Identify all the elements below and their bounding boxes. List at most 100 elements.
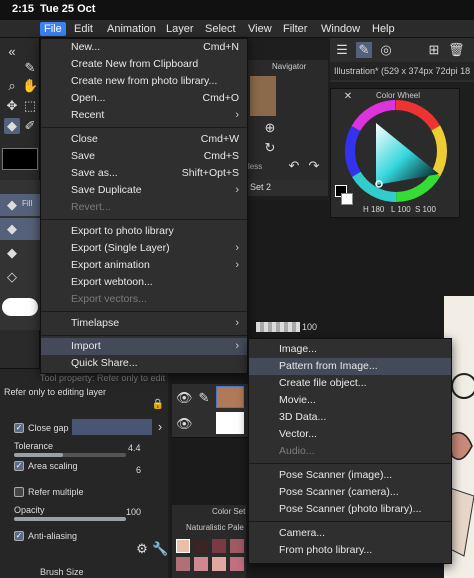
menu-item-export-photo-library[interactable]: Export to photo library — [41, 223, 247, 240]
menu-item-create-from-photos[interactable]: Create new from photo library... — [41, 73, 247, 90]
color-swatch[interactable] — [194, 557, 208, 571]
color-swatch[interactable] — [212, 557, 226, 571]
menu-window[interactable]: Window — [317, 22, 364, 36]
hand-icon[interactable]: ✋ — [22, 78, 38, 94]
menu-separator — [41, 311, 247, 312]
menu-item-timelapse[interactable]: Timelapse › — [41, 315, 247, 332]
sub-tool-refer[interactable]: ◆ — [0, 218, 40, 240]
trash-icon[interactable]: 🗑 — [448, 42, 465, 58]
menu-item-label: Pose Scanner (image)... — [279, 469, 393, 481]
color-swatch[interactable] — [176, 557, 190, 571]
background-swatch[interactable] — [341, 193, 353, 205]
eye-icon[interactable]: 👁 — [176, 390, 193, 406]
anti-aliasing-checkbox[interactable]: ✓ — [14, 531, 24, 541]
tool-property-panel: Tool property: Refer only to editing l R… — [0, 368, 168, 578]
color-swatch[interactable] — [230, 539, 244, 553]
menu-layer[interactable]: Layer — [162, 22, 198, 36]
close-icon[interactable]: ✕ — [340, 89, 356, 105]
view-icon[interactable]: ◎ — [378, 42, 394, 58]
sub-tool-fill[interactable]: ◆ Fill — [0, 194, 40, 216]
menu-item-vector[interactable]: Vector... — [249, 426, 451, 443]
menu-item-export-animation[interactable]: Export animation › — [41, 257, 247, 274]
close-gap-checkbox[interactable]: ✓ — [14, 423, 24, 433]
navigator-thumbnail[interactable] — [250, 76, 276, 116]
move-icon[interactable]: ✥ — [4, 98, 20, 114]
menu-item-pose-scanner-photo-library[interactable]: Pose Scanner (photo library)... — [249, 501, 451, 518]
refer-multiple-checkbox[interactable] — [14, 487, 24, 497]
menu-item-pattern-from-image[interactable]: Pattern from Image... — [249, 358, 451, 375]
brush-icon[interactable]: ✐ — [22, 118, 38, 134]
chevron-right-icon: › — [235, 109, 239, 121]
menu-item-save-as[interactable]: Save as... Shift+Opt+S — [41, 165, 247, 182]
wrench-icon[interactable]: 🔧 — [152, 541, 168, 557]
menu-item-label: Pose Scanner (camera)... — [279, 486, 399, 498]
lock-icon[interactable]: 🔒 — [150, 397, 166, 413]
menu-item-create-from-clipboard[interactable]: Create New from Clipboard — [41, 56, 247, 73]
color-swatch[interactable] — [176, 539, 190, 553]
layer-row[interactable]: 👁 ✎ — [172, 384, 252, 412]
chevron-right-icon[interactable]: › — [152, 419, 168, 435]
shortcut-label: Cmd+O — [202, 92, 239, 104]
menu-item-recent[interactable]: Recent › — [41, 107, 247, 124]
layer-opacity-bar[interactable] — [256, 322, 300, 332]
menu-edit[interactable]: Edit — [70, 22, 97, 36]
tolerance-slider[interactable] — [14, 453, 126, 457]
rotate-icon[interactable]: ↻ — [262, 140, 278, 156]
layer-new-icon[interactable]: ⊞ — [426, 42, 442, 58]
shortcut-label: Shift+Opt+S — [181, 167, 239, 179]
color-swatch[interactable] — [194, 539, 208, 553]
redo-icon[interactable]: ↷ — [306, 158, 322, 174]
menu-item-save[interactable]: Save Cmd+S — [41, 148, 247, 165]
menu-file[interactable]: File — [40, 22, 66, 36]
eye-icon[interactable]: 👁 — [176, 416, 193, 432]
layer-row[interactable]: 👁 — [172, 410, 252, 438]
area-scaling-checkbox[interactable]: ✓ — [14, 461, 24, 471]
menu-item-close[interactable]: Close Cmd+W — [41, 131, 247, 148]
menu-icon[interactable]: ☰ — [334, 42, 350, 58]
menu-item-movie[interactable]: Movie... — [249, 392, 451, 409]
opacity-label: Opacity — [14, 505, 45, 515]
menu-view[interactable]: View — [244, 22, 276, 36]
menu-animation[interactable]: Animation — [103, 22, 160, 36]
menu-item-create-file-object[interactable]: Create file object... — [249, 375, 451, 392]
refer-only-label: Refer only to editing layer — [4, 387, 107, 397]
color-swatch[interactable] — [230, 557, 244, 571]
menu-item-import[interactable]: Import › — [41, 338, 247, 355]
menu-item-from-photo-library[interactable]: From photo library... — [249, 542, 451, 559]
sub-tool-lasso[interactable]: ◇ — [0, 266, 40, 288]
color-swatch[interactable] — [212, 539, 226, 553]
zoom-icon[interactable]: ⌕ — [4, 78, 20, 94]
menu-item-camera[interactable]: Camera... — [249, 525, 451, 542]
edit-layer-icon[interactable]: ✎ — [356, 42, 372, 58]
menu-item-3d-data[interactable]: 3D Data... — [249, 409, 451, 426]
main-color-swatch[interactable] — [2, 148, 38, 170]
document-tab[interactable]: Illustration* (529 x 374px 72dpi 18 — [330, 62, 474, 80]
shortcut-label: Cmd+W — [200, 133, 239, 145]
menu-item-open[interactable]: Open... Cmd+O — [41, 90, 247, 107]
menu-item-label: Save — [71, 150, 95, 162]
undo-icon[interactable]: ↶ — [286, 158, 302, 174]
zoom-in-icon[interactable]: ⊕ — [262, 120, 278, 136]
menu-select[interactable]: Select — [201, 22, 240, 36]
settings-icon[interactable]: ⚙ — [134, 541, 150, 557]
menu-filter[interactable]: Filter — [279, 22, 311, 36]
chevron-left-icon[interactable]: « — [4, 44, 20, 60]
menu-item-save-duplicate[interactable]: Save Duplicate › — [41, 182, 247, 199]
sub-tool-close-gap[interactable]: ◆ — [0, 242, 40, 264]
color-l-value: L 100 — [391, 205, 411, 214]
menu-help[interactable]: Help — [368, 22, 399, 36]
select-icon[interactable]: ⬚ — [22, 98, 38, 114]
fill-tool-icon[interactable]: ◆ — [4, 118, 20, 134]
menu-item-export-single-layer[interactable]: Export (Single Layer) › — [41, 240, 247, 257]
menu-item-import-image[interactable]: Image... — [249, 341, 451, 358]
close-gap-options[interactable] — [72, 419, 152, 435]
menu-item-export-webtoon[interactable]: Export webtoon... — [41, 274, 247, 291]
pen-icon[interactable]: ✎ — [22, 60, 38, 76]
menu-item-pose-scanner-camera[interactable]: Pose Scanner (camera)... — [249, 484, 451, 501]
menu-item-pose-scanner-image[interactable]: Pose Scanner (image)... — [249, 467, 451, 484]
menu-item-quick-share[interactable]: Quick Share... — [41, 355, 247, 372]
menu-item-label: Recent — [71, 109, 105, 121]
opacity-slider[interactable] — [14, 517, 126, 521]
menu-item-new[interactable]: New... Cmd+N — [41, 39, 247, 56]
bucket-icon: ◆ — [7, 221, 17, 236]
